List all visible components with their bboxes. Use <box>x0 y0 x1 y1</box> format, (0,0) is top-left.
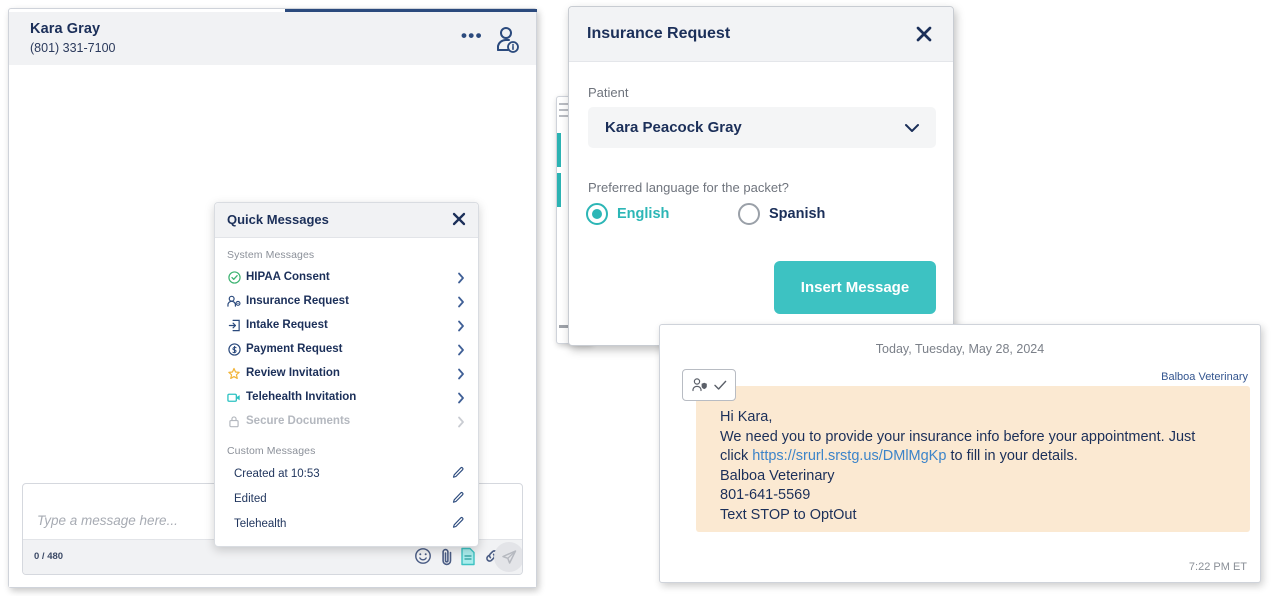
quick-message-label: Secure Documents <box>246 415 351 427</box>
language-field-label: Preferred language for the packet? <box>588 180 789 195</box>
message-line: Text STOP to OptOut <box>720 506 857 523</box>
radio-label: Spanish <box>769 206 826 222</box>
pencil-icon[interactable] <box>452 516 464 529</box>
custom-message-item[interactable]: Telehealth <box>227 511 466 536</box>
radio-unselected-icon <box>738 203 760 225</box>
quick-message-label: Payment Request <box>246 343 343 355</box>
custom-message-label: Created at 10:53 <box>234 467 320 480</box>
patient-select-value: Kara Peacock Gray <box>605 119 742 136</box>
chevron-right-icon <box>457 415 465 428</box>
custom-message-item[interactable]: Edited <box>227 486 466 511</box>
quick-message-label: HIPAA Consent <box>246 271 330 283</box>
quick-messages-header: Quick Messages <box>215 203 478 238</box>
link-suffix: to fill in your details. <box>946 448 1078 464</box>
dollar-circle-icon <box>227 342 241 356</box>
video-camera-icon <box>227 390 241 404</box>
custom-message-label: Edited <box>234 492 267 505</box>
chevron-right-icon <box>457 343 465 356</box>
quick-message-item-intake-request[interactable]: Intake Request <box>227 313 466 337</box>
chevron-right-icon <box>457 271 465 284</box>
custom-messages-label: Custom Messages <box>227 445 316 457</box>
language-radio-group: English Spanish <box>586 203 936 237</box>
link-prefix: click <box>720 448 753 464</box>
quick-messages-panel: Quick Messages System Messages HIPAA Con… <box>214 202 479 547</box>
message-line-with-link: click https://srurl.srstg.us/DMlMgKp to … <box>720 447 1250 467</box>
quick-message-label: Intake Request <box>246 319 328 331</box>
insurance-request-dialog: Insurance Request Patient Kara Peacock G… <box>568 6 954 346</box>
contact-name: Kara Gray <box>30 21 101 37</box>
chevron-right-icon <box>457 391 465 404</box>
quick-messages-title: Quick Messages <box>227 212 329 227</box>
send-icon[interactable] <box>494 542 522 572</box>
dialog-header: Insurance Request <box>569 7 953 62</box>
message-line: Hi Kara, <box>720 409 773 425</box>
pencil-icon[interactable] <box>452 491 464 504</box>
chevron-right-icon <box>457 295 465 308</box>
quick-message-item-telehealth-invitation[interactable]: Telehealth Invitation <box>227 385 466 409</box>
person-shield-check-icon <box>682 369 736 401</box>
sliver-accent <box>557 173 561 207</box>
quick-message-label: Insurance Request <box>246 295 349 307</box>
pencil-icon[interactable] <box>452 466 464 479</box>
person-gear-icon <box>227 294 241 308</box>
paperclip-icon[interactable] <box>438 547 456 567</box>
emoji-icon[interactable] <box>414 547 432 567</box>
sliver-accent <box>557 133 561 167</box>
message-preview-card: Today, Tuesday, May 28, 2024 Balboa Vete… <box>659 324 1261 583</box>
message-bubble: Hi Kara, We need you to provide your ins… <box>696 386 1250 532</box>
conversation-header: Kara Gray (801) 331-7100 ••• <box>9 12 536 66</box>
radio-selected-icon <box>586 203 608 225</box>
close-icon[interactable] <box>450 210 468 228</box>
date-divider: Today, Tuesday, May 28, 2024 <box>875 342 1045 356</box>
radio-option-spanish[interactable]: Spanish <box>738 203 825 225</box>
quick-message-item-secure-documents: Secure Documents <box>227 409 466 433</box>
check-circle-icon <box>227 270 241 284</box>
message-line: We need you to provide your insurance in… <box>720 428 1196 445</box>
message-timestamp: 7:22 PM ET <box>1188 561 1247 573</box>
custom-message-label: Telehealth <box>234 517 287 530</box>
patient-select[interactable]: Kara Peacock Gray <box>588 107 936 148</box>
lock-icon <box>227 414 241 428</box>
quick-message-label: Review Invitation <box>246 367 340 379</box>
form-import-icon <box>227 318 241 332</box>
close-icon[interactable] <box>913 23 935 45</box>
message-line: 801-641-5569 <box>720 487 811 503</box>
radio-label: English <box>617 206 670 222</box>
dialog-title: Insurance Request <box>587 25 731 42</box>
quick-message-item-hipaa-consent[interactable]: HIPAA Consent <box>227 265 466 289</box>
custom-message-item[interactable]: Created at 10:53 <box>227 461 466 486</box>
message-line: Balboa Veterinary <box>720 467 835 484</box>
message-link[interactable]: https://srurl.srstg.us/DMlMgKp <box>752 448 946 464</box>
more-options-button[interactable]: ••• <box>461 27 483 44</box>
radio-option-english[interactable]: English <box>586 203 669 225</box>
document-icon[interactable] <box>460 547 478 567</box>
character-counter: 0 / 480 <box>34 551 64 562</box>
chevron-down-icon <box>904 121 920 133</box>
contact-phone: (801) 331-7100 <box>30 41 116 55</box>
chevron-right-icon <box>457 319 465 332</box>
star-icon <box>227 366 241 380</box>
patient-field-label: Patient <box>588 85 629 100</box>
quick-message-label: Telehealth Invitation <box>246 391 357 403</box>
patient-info-icon[interactable] <box>494 26 520 54</box>
system-messages-label: System Messages <box>227 249 315 261</box>
quick-messages-body: System Messages HIPAA Consent Insurance <box>215 237 478 546</box>
quick-message-item-insurance-request[interactable]: Insurance Request <box>227 289 466 313</box>
chevron-right-icon <box>457 367 465 380</box>
message-sender-name: Balboa Veterinary <box>1161 371 1248 383</box>
quick-message-item-review-invitation[interactable]: Review Invitation <box>227 361 466 385</box>
quick-message-item-payment-request[interactable]: Payment Request <box>227 337 466 361</box>
insert-message-button[interactable]: Insert Message <box>774 261 936 314</box>
